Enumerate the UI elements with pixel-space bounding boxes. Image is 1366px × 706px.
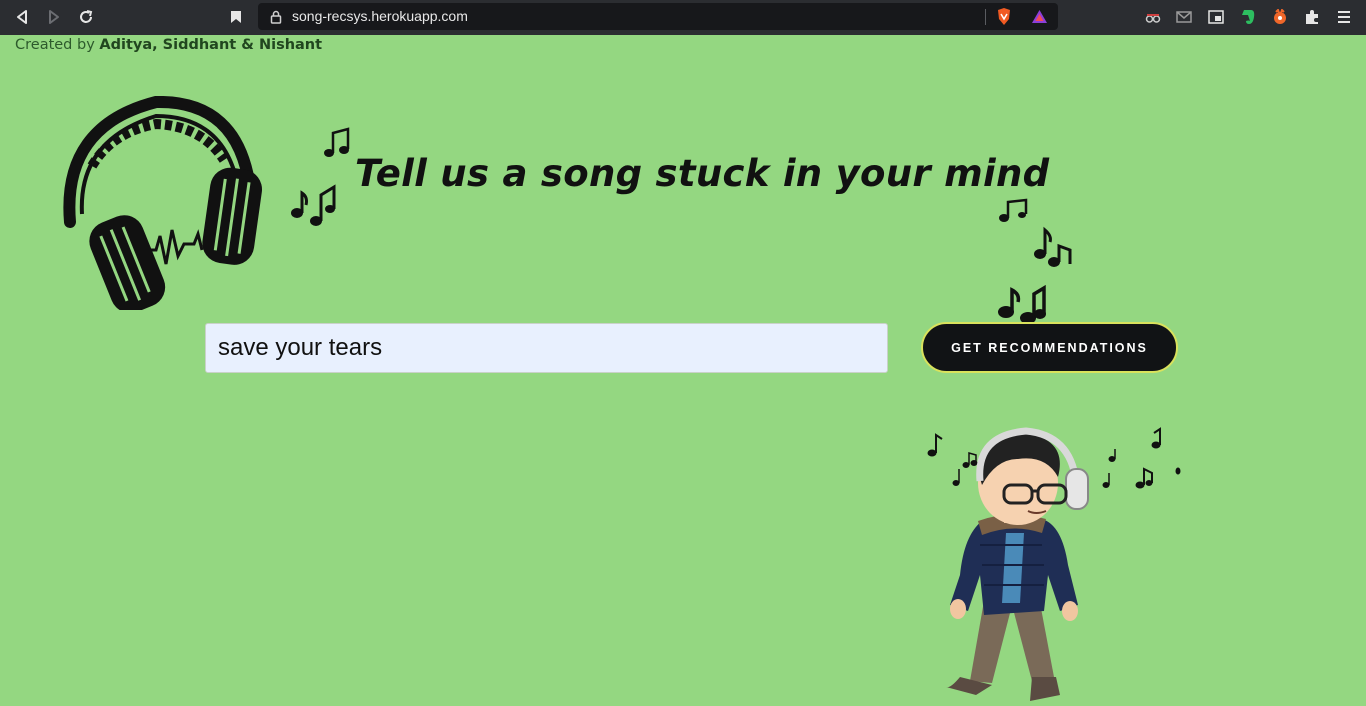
credits-authors: Aditya, Siddhant & Nishant [99,37,323,53]
extension-mail-icon[interactable] [1175,8,1193,26]
browser-toolbar: song-recsys.herokuapp.com [0,0,1366,35]
reload-icon[interactable] [76,7,96,27]
brave-shields-icon[interactable] [996,7,1012,30]
bookmark-icon[interactable] [226,7,246,27]
song-search-input[interactable] [205,323,888,373]
music-notes-icon [288,181,338,233]
page-headline: Tell us a song stuck in your mind [355,152,1050,195]
forward-icon[interactable] [44,7,64,27]
headphones-icon [52,95,264,314]
brave-rewards-icon[interactable] [1031,9,1048,28]
character-with-headphones-illustration [920,425,1182,706]
extensions-puzzle-icon[interactable] [1303,8,1321,26]
extension-evernote-icon[interactable] [1239,8,1257,26]
extension-fox-icon[interactable] [1271,8,1289,26]
extension-pip-icon[interactable] [1207,8,1225,26]
credits-text: Created by Aditya, Siddhant & Nishant [15,37,322,53]
address-bar[interactable]: song-recsys.herokuapp.com [258,3,1058,30]
get-recommendations-button[interactable]: GET RECOMMENDATIONS [921,322,1178,373]
url-divider [985,9,986,25]
back-icon[interactable] [12,7,32,27]
menu-icon[interactable] [1335,8,1353,26]
url-text[interactable]: song-recsys.herokuapp.com [292,8,468,24]
credits-prefix: Created by [15,37,100,53]
lock-icon [270,9,282,28]
extension-incognito-icon[interactable] [1144,8,1162,26]
music-notes-icon [998,198,1078,332]
music-notes-icon [322,127,356,167]
